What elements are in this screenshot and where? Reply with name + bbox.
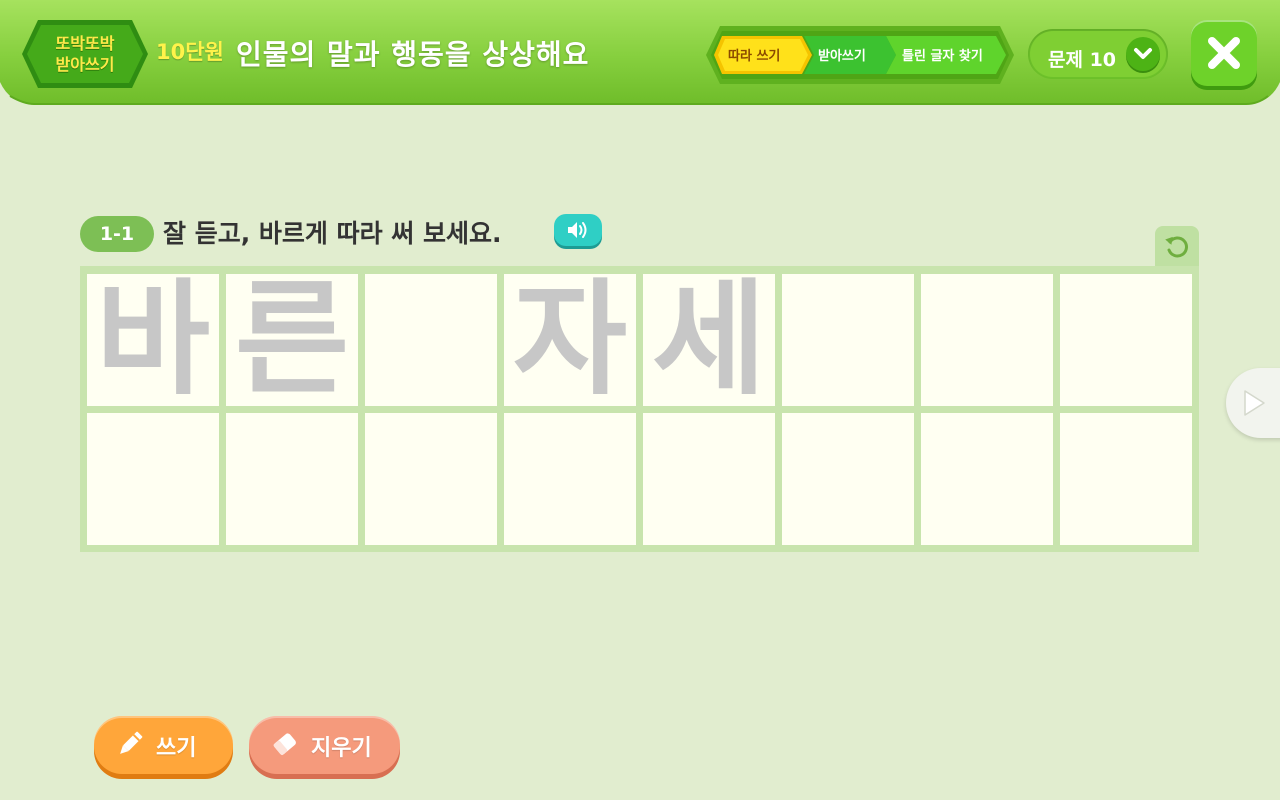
grid-cell[interactable]: 른 bbox=[226, 274, 358, 406]
pencil-icon bbox=[120, 731, 143, 754]
grid-cell[interactable] bbox=[1060, 413, 1192, 545]
grid-cell[interactable]: 세 bbox=[643, 274, 775, 406]
erase-button-label: 지우기 bbox=[311, 736, 372, 761]
problem-number: 문제 10 bbox=[1048, 49, 1117, 71]
grid-cell[interactable] bbox=[782, 413, 914, 545]
play-arrow-icon bbox=[1244, 390, 1265, 416]
page-title: 인물의 말과 행동을 상상해요 bbox=[236, 38, 590, 71]
tab-find-wrong-letter[interactable]: 틀린 글자 찾기 bbox=[902, 45, 983, 64]
problem-selector-inner: 문제 10 bbox=[1030, 31, 1166, 77]
tab-trace-writing[interactable]: 따라 쓰기 bbox=[728, 45, 780, 64]
grid-cell[interactable] bbox=[643, 413, 775, 545]
grid-cell[interactable] bbox=[226, 413, 358, 545]
erase-button[interactable]: 지우기 bbox=[249, 716, 400, 774]
problem-selector[interactable]: 문제 10 bbox=[1028, 29, 1168, 79]
tab-dictation[interactable]: 받아쓰기 bbox=[818, 45, 866, 64]
grid-cell[interactable] bbox=[504, 413, 636, 545]
app-logo: 또박또박 받아쓰기 bbox=[20, 18, 150, 90]
unit-label: 10단원 bbox=[156, 40, 224, 64]
grid-cell[interactable] bbox=[1060, 274, 1192, 406]
instruction-text: 잘 듣고, 바르게 따라 써 보세요. bbox=[163, 219, 502, 248]
write-button[interactable]: 쓰기 bbox=[94, 716, 233, 774]
write-button-label: 쓰기 bbox=[156, 736, 197, 761]
logo-line-2: 받아쓰기 bbox=[55, 55, 115, 74]
refresh-icon bbox=[1165, 236, 1188, 258]
close-button[interactable] bbox=[1191, 20, 1257, 86]
question-number-badge: 1-1 bbox=[80, 216, 154, 252]
grid-cell[interactable]: 바 bbox=[87, 274, 219, 406]
play-audio-button[interactable] bbox=[554, 214, 602, 246]
grid-cell[interactable] bbox=[921, 274, 1053, 406]
grid-cell[interactable]: 자 bbox=[504, 274, 636, 406]
grid-cell[interactable] bbox=[365, 274, 497, 406]
speaker-icon bbox=[568, 222, 587, 238]
next-button[interactable] bbox=[1226, 368, 1280, 438]
header-bar: 또박또박 받아쓰기 10단원 인물의 말과 행동을 상상해요 따라 쓰기 받아쓰… bbox=[0, 0, 1280, 106]
reset-button[interactable] bbox=[1155, 226, 1199, 268]
writing-grid: 바 른 자 세 bbox=[80, 266, 1199, 552]
grid-cell[interactable] bbox=[365, 413, 497, 545]
logo-line-1: 또박또박 bbox=[55, 34, 115, 53]
step-tabs: 따라 쓰기 받아쓰기 틀린 글자 찾기 bbox=[706, 26, 1014, 84]
grid-cell[interactable] bbox=[921, 413, 1053, 545]
grid-cell[interactable] bbox=[782, 274, 914, 406]
grid-cell[interactable] bbox=[87, 413, 219, 545]
chevron-down-icon[interactable] bbox=[1126, 37, 1160, 71]
close-icon bbox=[1208, 37, 1240, 69]
eraser-icon bbox=[273, 733, 296, 755]
